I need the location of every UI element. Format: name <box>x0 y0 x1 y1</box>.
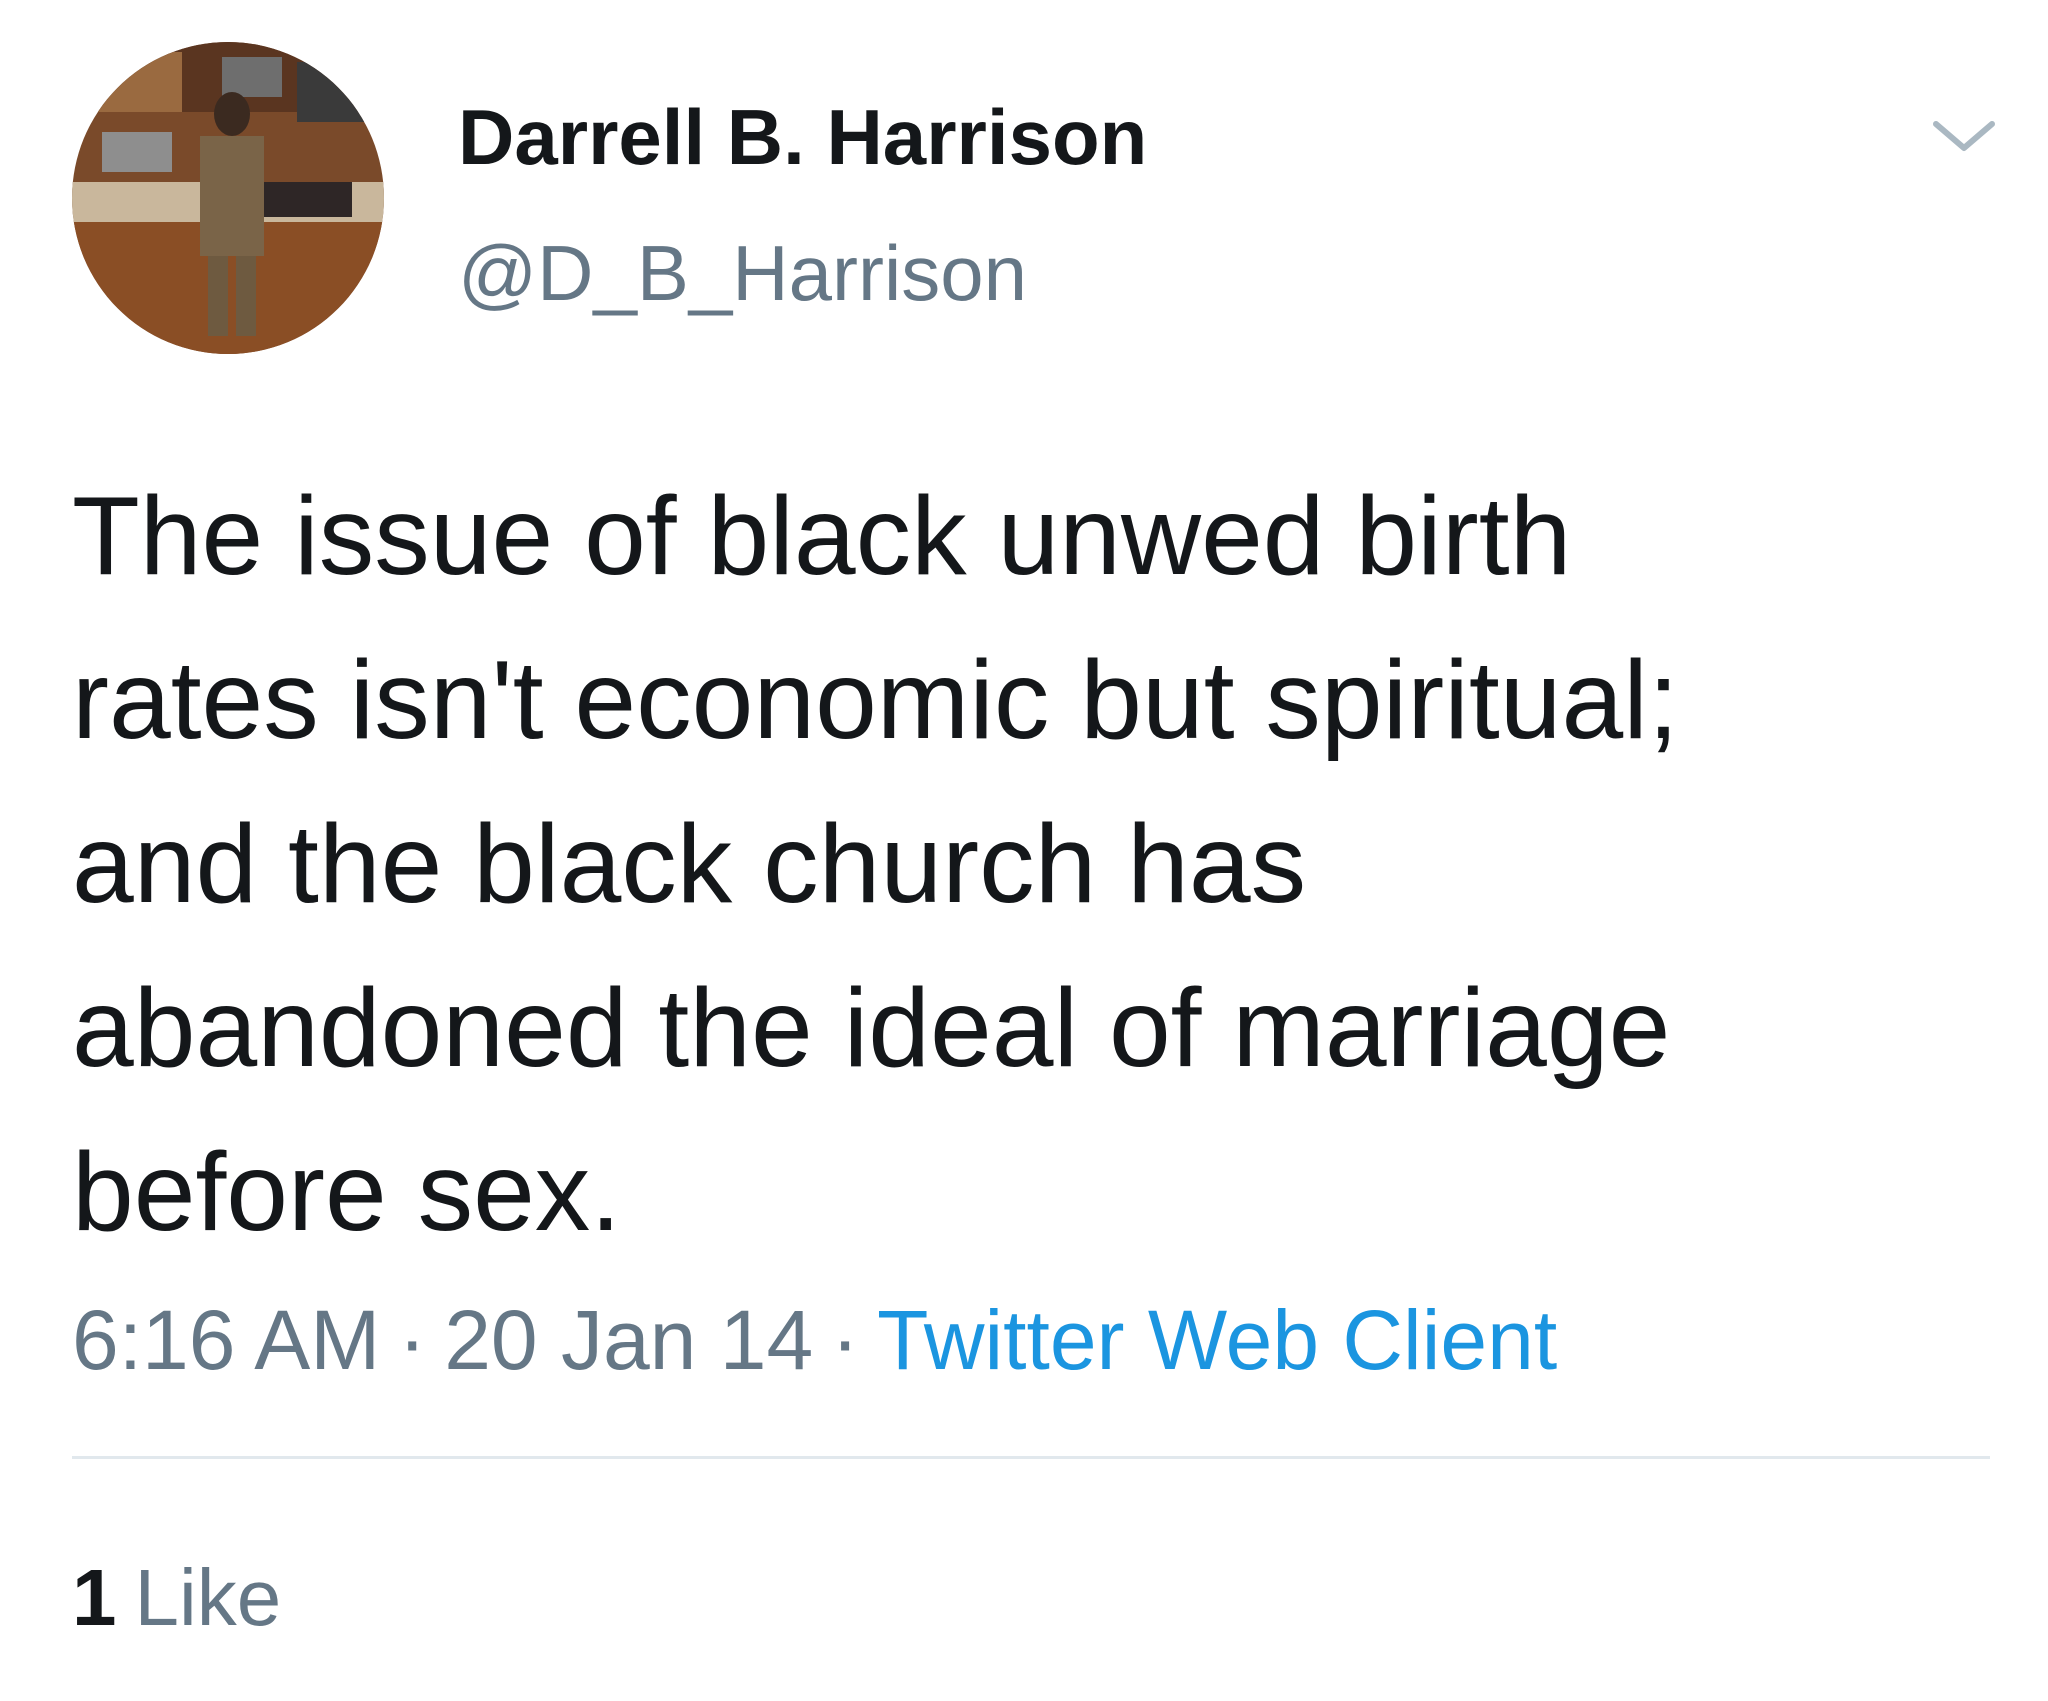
chevron-down-icon <box>1933 121 1995 151</box>
tweet-menu-button[interactable] <box>1924 106 2004 166</box>
likes-count: 1 <box>72 1553 117 1642</box>
author-display-name[interactable]: Darrell B. Harrison <box>458 92 1147 182</box>
likes-link[interactable]: 1 Like <box>72 1548 281 1648</box>
meta-separator: · <box>398 1293 427 1387</box>
tweet-card: Darrell B. Harrison @D_B_Harrison The is… <box>0 0 2048 1701</box>
author-handle[interactable]: @D_B_Harrison <box>458 228 1027 318</box>
likes-label: Like <box>134 1553 282 1642</box>
tweet-text: The issue of black unwed birth rates isn… <box>72 474 1679 1254</box>
tweet-date[interactable]: 20 Jan 14 <box>444 1293 813 1387</box>
profile-photo <box>72 42 384 354</box>
tweet-meta: 6:16 AM · 20 Jan 14 · Twitter Web Client <box>72 1290 1557 1390</box>
divider <box>72 1456 1990 1459</box>
tweet-time[interactable]: 6:16 AM <box>72 1293 380 1387</box>
avatar[interactable] <box>72 42 384 354</box>
tweet-client-link[interactable]: Twitter Web Client <box>877 1293 1557 1387</box>
meta-separator: · <box>831 1293 860 1387</box>
